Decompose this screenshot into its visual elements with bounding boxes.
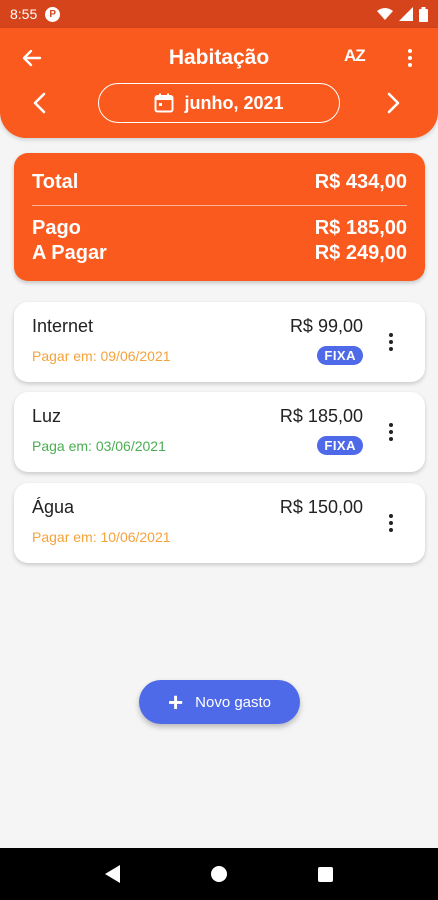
paid-row: Pago R$ 185,00	[32, 216, 407, 241]
nav-back-icon[interactable]	[105, 865, 121, 883]
more-vert-icon[interactable]	[381, 511, 401, 535]
next-month-button[interactable]	[380, 88, 408, 118]
total-label: Total	[32, 171, 79, 193]
more-vert-icon[interactable]	[381, 420, 401, 444]
to-pay-row: A Pagar R$ 249,00	[32, 241, 407, 266]
status-bar: 8:55 P	[0, 0, 438, 28]
expense-due-date: Pagar em: 10/06/2021	[32, 529, 171, 545]
calendar-icon	[154, 93, 174, 113]
month-selector[interactable]: junho, 2021	[98, 83, 340, 123]
app-header: Habitação AZ junho, 2021	[0, 28, 438, 138]
wifi-icon	[377, 8, 393, 20]
expense-value: R$ 185,00	[279, 406, 363, 426]
battery-icon	[419, 6, 428, 22]
to-pay-value: R$ 249,00	[314, 242, 407, 264]
more-vert-icon[interactable]	[381, 330, 401, 354]
expense-card-agua[interactable]: Água R$ 150,00 Pagar em: 10/06/2021	[14, 483, 425, 563]
expense-value: R$ 99,00	[289, 316, 363, 336]
plus-icon: +	[167, 687, 184, 717]
total-row: Total R$ 434,00	[32, 171, 407, 194]
page-title: Habitação	[168, 46, 270, 69]
status-icons	[377, 6, 428, 22]
sort-az-icon[interactable]: AZ	[344, 46, 366, 66]
expense-name: Água	[32, 497, 75, 517]
notification-icon: P	[45, 6, 61, 22]
expense-value: R$ 150,00	[279, 497, 363, 517]
expense-name: Luz	[32, 406, 62, 426]
expense-due-date: Pagar em: 09/06/2021	[32, 348, 171, 364]
status-time: 8:55	[10, 6, 38, 22]
expense-name: Internet	[32, 316, 94, 336]
system-nav-bar	[0, 848, 438, 900]
summary-card: Total R$ 434,00 Pago R$ 185,00 A Pagar R…	[14, 153, 425, 281]
paid-label: Pago	[32, 217, 81, 239]
expense-card-luz[interactable]: Luz R$ 185,00 Paga em: 03/06/2021 FIXA	[14, 392, 425, 472]
chevron-right-icon	[387, 92, 400, 114]
prev-month-button[interactable]	[25, 88, 53, 118]
summary-divider	[32, 205, 407, 206]
to-pay-label: A Pagar	[32, 242, 107, 264]
signal-icon	[399, 7, 413, 21]
total-value: R$ 434,00	[314, 171, 407, 193]
expense-paid-date: Paga em: 03/06/2021	[32, 438, 166, 454]
fixed-badge: FIXA	[317, 436, 363, 455]
nav-recents-icon[interactable]	[317, 866, 333, 882]
more-vert-icon[interactable]	[400, 44, 420, 72]
paid-value: R$ 185,00	[314, 217, 407, 239]
chevron-left-icon	[33, 92, 46, 114]
new-expense-label: Novo gasto	[195, 693, 272, 711]
fixed-badge: FIXA	[317, 346, 363, 365]
expense-card-internet[interactable]: Internet R$ 99,00 Pagar em: 09/06/2021 F…	[14, 302, 425, 382]
nav-home-icon[interactable]	[210, 866, 227, 882]
month-label: junho, 2021	[184, 92, 284, 113]
new-expense-button[interactable]: + Novo gasto	[139, 680, 300, 724]
